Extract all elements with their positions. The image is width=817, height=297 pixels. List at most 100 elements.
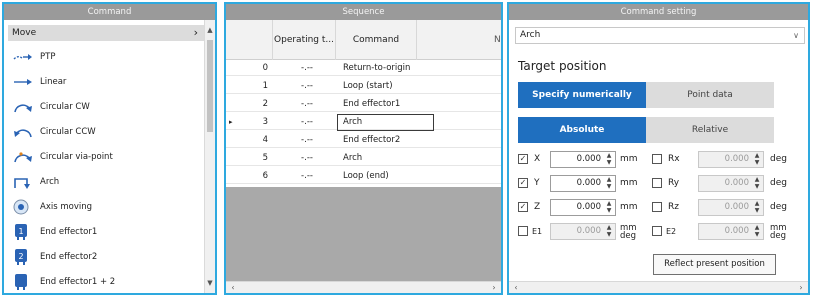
rz-label: Rz xyxy=(668,202,679,212)
setting-horizontal-scrollbar[interactable]: ‹ › xyxy=(509,281,808,293)
table-row[interactable]: 4 -.-- End effector2 xyxy=(226,133,501,148)
sequence-pane-title: Sequence xyxy=(226,4,501,20)
command-category-dropdown[interactable]: Move › xyxy=(8,25,204,41)
row-index: 6 xyxy=(262,171,268,181)
e2-label: E2 xyxy=(666,227,677,236)
e1-label: E1 xyxy=(532,227,543,236)
sequence-table-header: Operating t... Command N xyxy=(226,20,501,60)
svg-text:2: 2 xyxy=(18,252,23,261)
ry-unit: deg xyxy=(770,178,787,188)
y-checkbox[interactable]: ✓ xyxy=(518,178,528,188)
rz-checkbox[interactable] xyxy=(652,202,662,212)
scroll-right-icon[interactable]: › xyxy=(489,282,499,293)
column-header-operating-time[interactable]: Operating t... xyxy=(272,20,335,60)
spinner-icon[interactable]: ▲ ▼ xyxy=(752,224,762,238)
z-value-input[interactable]: 0.000 ▲ ▼ xyxy=(550,199,616,216)
spinner-icon[interactable]: ▲ ▼ xyxy=(752,176,762,190)
table-row[interactable]: 6 -.-- Loop (end) xyxy=(226,169,501,184)
chevron-down-icon: ∨ xyxy=(793,31,799,40)
command-item-label: Linear xyxy=(40,77,67,87)
command-item-label: End effector1 xyxy=(40,227,98,237)
rz-unit: deg xyxy=(770,202,787,212)
chevron-right-icon: › xyxy=(193,26,198,39)
command-item-end-effector1[interactable]: 1 End effector1 xyxy=(12,221,202,243)
spinner-icon[interactable]: ▲ ▼ xyxy=(752,152,762,166)
spinner-icon[interactable]: ▲ ▼ xyxy=(604,152,614,166)
command-item-end-effector1-2[interactable]: End effector1 + 2 xyxy=(12,271,202,293)
rx-value-input[interactable]: 0.000 ▲ ▼ xyxy=(698,151,764,168)
sequence-horizontal-scrollbar[interactable]: ‹ › xyxy=(226,281,501,293)
sequence-empty-area xyxy=(226,187,501,281)
rz-value-input[interactable]: 0.000 ▲ ▼ xyxy=(698,199,764,216)
command-item-arch[interactable]: Arch xyxy=(12,171,202,193)
arch-icon xyxy=(14,178,30,189)
e2-unit: mm deg xyxy=(770,224,787,241)
z-checkbox[interactable]: ✓ xyxy=(518,202,528,212)
command-item-ptp[interactable]: PTP xyxy=(12,46,202,68)
table-row[interactable]: 0 -.-- Return-to-origin xyxy=(226,61,501,76)
x-value-input[interactable]: 0.000 ▲ ▼ xyxy=(550,151,616,168)
reflect-present-position-button[interactable]: Reflect present position xyxy=(653,254,776,275)
table-row-current[interactable]: ▸ 3 -.-- Arch xyxy=(226,114,501,131)
row-command: End effector1 xyxy=(343,99,401,109)
tab-absolute[interactable]: Absolute xyxy=(518,117,646,143)
e1-unit-bottom: deg xyxy=(620,231,637,241)
command-item-circular-via-point[interactable]: Circular via-point xyxy=(12,146,202,168)
spinner-icon[interactable]: ▲ ▼ xyxy=(604,224,614,238)
table-row[interactable]: 2 -.-- End effector1 xyxy=(226,97,501,112)
scroll-up-icon[interactable]: ▲ xyxy=(205,24,215,36)
scroll-down-icon[interactable]: ▼ xyxy=(205,277,215,289)
command-select[interactable]: Arch ∨ xyxy=(515,27,805,44)
command-list-scrollbar[interactable]: ▲ ▼ xyxy=(204,20,215,293)
rx-unit: deg xyxy=(770,154,787,164)
target-position-heading: Target position xyxy=(518,59,607,73)
command-item-circular-ccw[interactable]: Circular CCW xyxy=(12,121,202,143)
command-item-axis-moving[interactable]: Axis moving xyxy=(12,196,202,218)
row-command: Return-to-origin xyxy=(343,63,411,73)
svg-text:1: 1 xyxy=(18,227,23,236)
command-item-label: Circular via-point xyxy=(40,152,113,162)
sequence-pane: Sequence Operating t... Command N 0 -.--… xyxy=(224,2,503,295)
e2-value-input[interactable]: 0.000 ▲ ▼ xyxy=(698,223,764,240)
z-value: 0.000 xyxy=(576,202,601,212)
axis-row-z-rz: ✓ Z 0.000 ▲ ▼ mm Rz 0.000 ▲ ▼ deg xyxy=(518,198,808,217)
y-value-input[interactable]: 0.000 ▲ ▼ xyxy=(550,175,616,192)
scrollbar-thumb[interactable] xyxy=(207,40,213,132)
e1-checkbox[interactable] xyxy=(518,226,528,236)
y-unit: mm xyxy=(620,178,638,188)
ry-checkbox[interactable] xyxy=(652,178,662,188)
ry-value-input[interactable]: 0.000 ▲ ▼ xyxy=(698,175,764,192)
spinner-icon[interactable]: ▲ ▼ xyxy=(604,200,614,214)
row-operating-time: -.-- xyxy=(301,81,313,91)
command-item-end-effector2[interactable]: 2 End effector2 xyxy=(12,246,202,268)
e1-value-input[interactable]: 0.000 ▲ ▼ xyxy=(550,223,616,240)
e2-checkbox[interactable] xyxy=(652,226,662,236)
rx-checkbox[interactable] xyxy=(652,154,662,164)
tab-relative[interactable]: Relative xyxy=(646,117,774,143)
row-operating-time: -.-- xyxy=(301,99,313,109)
ry-value: 0.000 xyxy=(724,178,749,188)
command-setting-pane-title: Command setting xyxy=(509,4,808,20)
scroll-right-icon[interactable]: › xyxy=(796,282,806,293)
end-effector1-2-icon xyxy=(15,274,27,290)
x-label: X xyxy=(534,154,541,164)
column-header-command[interactable]: Command xyxy=(335,20,417,60)
tab-specify-numerically[interactable]: Specify numerically xyxy=(518,82,646,108)
command-item-label: Arch xyxy=(40,177,60,187)
x-checkbox[interactable]: ✓ xyxy=(518,154,528,164)
spinner-icon[interactable]: ▲ ▼ xyxy=(604,176,614,190)
spinner-icon[interactable]: ▲ ▼ xyxy=(752,200,762,214)
scroll-left-icon[interactable]: ‹ xyxy=(511,282,521,293)
command-item-linear[interactable]: Linear xyxy=(12,71,202,93)
scroll-left-icon[interactable]: ‹ xyxy=(228,282,238,293)
command-item-circular-cw[interactable]: Circular CW xyxy=(12,96,202,118)
table-row[interactable]: 5 -.-- Arch xyxy=(226,151,501,166)
end-effector2-icon: 2 xyxy=(15,249,27,265)
e1-unit: mm deg xyxy=(620,224,637,241)
column-header-next[interactable]: N xyxy=(494,20,501,60)
row-operating-time: -.-- xyxy=(301,63,313,73)
table-row[interactable]: 1 -.-- Loop (start) xyxy=(226,79,501,94)
tab-point-data[interactable]: Point data xyxy=(646,82,774,108)
x-unit: mm xyxy=(620,154,638,164)
z-unit: mm xyxy=(620,202,638,212)
